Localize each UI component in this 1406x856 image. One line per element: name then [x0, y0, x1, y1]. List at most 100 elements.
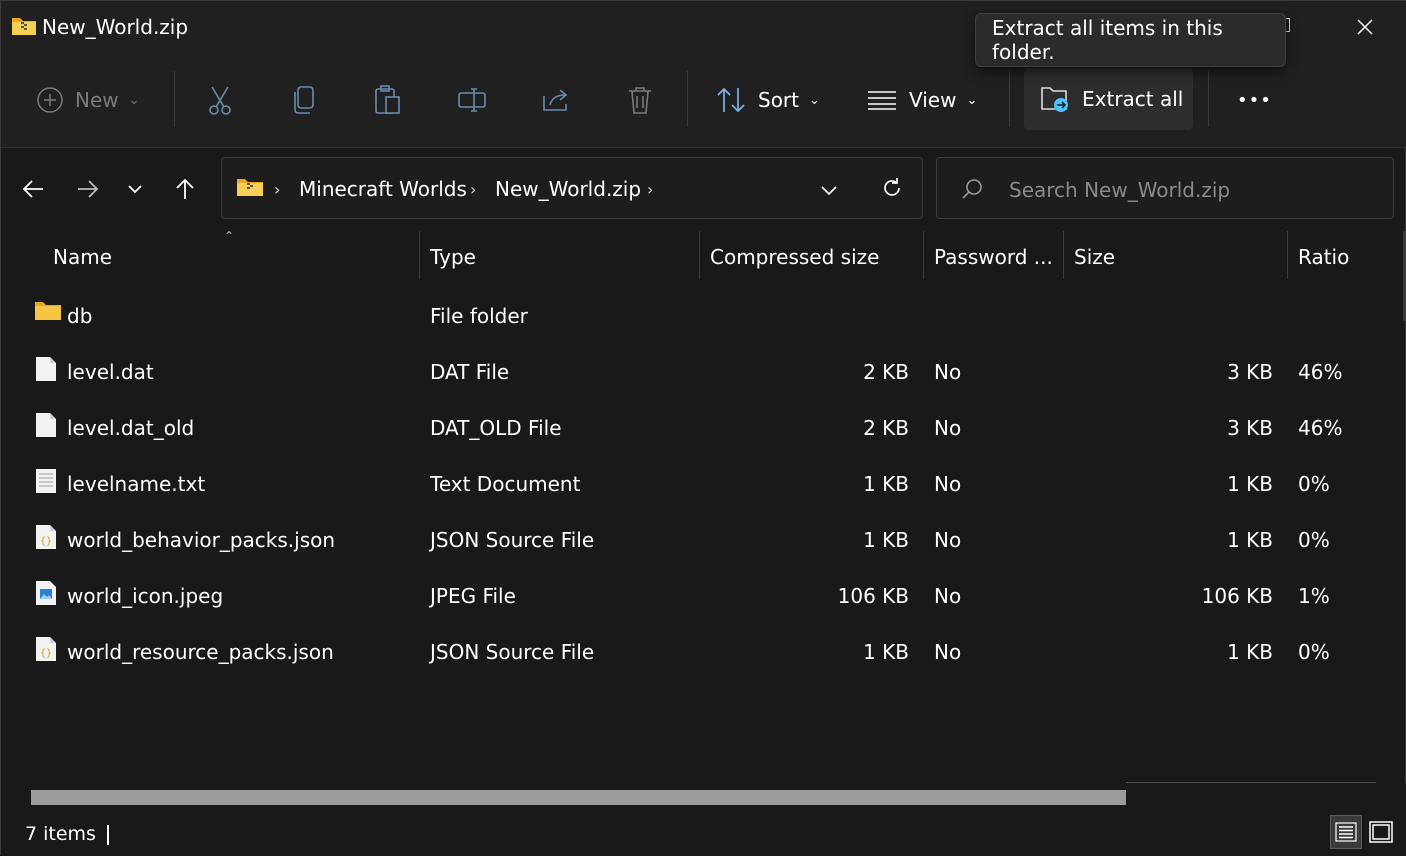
refresh-icon: [884, 178, 900, 196]
column-header-password[interactable]: Password ...: [934, 245, 1053, 269]
column-header-ratio[interactable]: Ratio: [1298, 245, 1349, 269]
column-header-name[interactable]: Name: [53, 245, 112, 269]
file-row[interactable]: db File folder: [1, 288, 1406, 344]
text-file-icon: [35, 468, 57, 498]
up-button[interactable]: [165, 169, 205, 209]
share-button[interactable]: [541, 70, 571, 130]
column-divider[interactable]: [419, 231, 420, 279]
file-row[interactable]: {} world_resource_packs.json JSON Source F…: [1, 624, 1406, 680]
file-size: 3 KB: [1227, 416, 1273, 440]
close-icon: [1357, 19, 1373, 35]
file-size: 106 KB: [1201, 584, 1273, 608]
extract-all-button[interactable]: Extract all: [1024, 68, 1193, 130]
file-type: JSON Source File: [430, 528, 595, 552]
file-size: 3 KB: [1227, 360, 1273, 384]
file-password: No: [934, 584, 962, 608]
column-divider[interactable]: [1063, 231, 1064, 279]
file-password: No: [934, 472, 962, 496]
forward-button[interactable]: [68, 169, 108, 209]
file-row[interactable]: world_icon.jpeg JPEG File 106 KB No 106 KB 1%: [1, 568, 1406, 624]
copy-icon: [294, 86, 314, 114]
extract-all-label: Extract all: [1082, 87, 1184, 111]
column-divider[interactable]: [923, 231, 924, 279]
file-compressed-size: 2 KB: [863, 416, 909, 440]
more-icon: •••: [1237, 89, 1272, 111]
rename-button[interactable]: [457, 70, 487, 130]
separator: [687, 71, 688, 127]
file-row[interactable]: levelname.txt Text Document 1 KB No 1 KB 0%: [1, 456, 1406, 512]
search-box[interactable]: [936, 157, 1394, 219]
large-icons-view-button[interactable]: [1365, 815, 1397, 849]
details-view-icon: [1335, 822, 1357, 842]
arrow-up-icon: [176, 178, 194, 199]
new-button[interactable]: New ⌄: [37, 70, 140, 130]
column-header-size[interactable]: Size: [1074, 245, 1115, 269]
paste-icon: [375, 85, 400, 114]
file-password: No: [934, 416, 962, 440]
column-header-compressed-size[interactable]: Compressed size: [710, 245, 879, 269]
file-row[interactable]: level.dat_old DAT_OLD File 2 KB No 3 KB 46%: [1, 400, 1406, 456]
file-row[interactable]: {} world_behavior_packs.json JSON Source F…: [1, 512, 1406, 568]
column-header-type[interactable]: Type: [430, 245, 476, 269]
chevron-down-icon: [821, 186, 837, 196]
file-size: 1 KB: [1227, 528, 1273, 552]
breadcrumb-minecraft-worlds[interactable]: Minecraft Worlds: [299, 177, 467, 201]
more-options-button[interactable]: •••: [1237, 70, 1272, 130]
file-type: DAT File: [430, 360, 510, 384]
file-name: world_behavior_packs.json: [67, 528, 336, 552]
file-icon: [35, 356, 57, 386]
file-name: world_icon.jpeg: [67, 584, 224, 608]
explorer-window: New_World.zip New ⌄ Sort ⌄ View ⌄ Extrac…: [0, 0, 1406, 856]
separator: [174, 71, 175, 127]
plus-circle-icon: [37, 87, 63, 113]
file-password: No: [934, 528, 962, 552]
file-name: level.dat: [67, 360, 154, 384]
back-button[interactable]: [13, 169, 53, 209]
json-file-icon: {}: [35, 636, 57, 666]
column-divider[interactable]: [1287, 231, 1288, 279]
sort-ascending-icon: ⌃: [224, 229, 235, 243]
file-compressed-size: 1 KB: [863, 528, 909, 552]
file-icon: [35, 412, 57, 442]
file-name: db: [67, 304, 93, 328]
delete-button[interactable]: [626, 70, 654, 130]
breadcrumb-separator: ›: [274, 180, 281, 199]
file-compressed-size: 1 KB: [863, 472, 909, 496]
column-divider[interactable]: [699, 231, 700, 279]
address-bar[interactable]: › Minecraft Worlds › New_World.zip ›: [221, 157, 923, 219]
item-count: 7 items: [25, 823, 96, 845]
close-button[interactable]: [1323, 1, 1406, 53]
rename-icon: [458, 88, 486, 112]
scissors-icon: [209, 86, 231, 115]
recent-locations-button[interactable]: [115, 169, 155, 209]
search-input[interactable]: [1007, 174, 1381, 206]
details-view-button[interactable]: [1330, 815, 1362, 849]
image-file-icon: [35, 580, 57, 610]
file-password: No: [934, 640, 962, 664]
paste-button[interactable]: [374, 70, 402, 130]
window-title: New_World.zip: [42, 15, 189, 39]
address-history-dropdown[interactable]: [820, 182, 838, 201]
large-icons-view-icon: [1369, 821, 1393, 843]
chevron-down-icon: ⌄: [809, 92, 820, 108]
file-ratio: 0%: [1298, 528, 1330, 552]
sort-button[interactable]: Sort ⌄: [716, 70, 820, 130]
separator: [1208, 71, 1209, 127]
file-size: 1 KB: [1227, 640, 1273, 664]
file-row[interactable]: level.dat DAT File 2 KB No 3 KB 46%: [1, 344, 1406, 400]
horizontal-scrollbar-thumb[interactable]: [31, 790, 1126, 805]
status-bar: 7 items: [1, 811, 1406, 856]
breadcrumb-new-world-zip[interactable]: New_World.zip: [495, 177, 641, 201]
chevron-down-icon: [128, 185, 142, 194]
scrollbar-track-line: [1126, 782, 1376, 783]
cut-button[interactable]: [206, 70, 234, 130]
copy-button[interactable]: [291, 70, 317, 130]
svg-text:{}: {}: [40, 648, 52, 659]
file-ratio: 0%: [1298, 640, 1330, 664]
refresh-button[interactable]: [881, 177, 903, 203]
file-type: JPEG File: [430, 584, 516, 608]
command-bar: New ⌄ Sort ⌄ View ⌄ Extract all •••: [1, 53, 1406, 148]
search-icon: [961, 178, 983, 204]
breadcrumb-separator[interactable]: ›: [647, 180, 653, 199]
view-button[interactable]: View ⌄: [867, 70, 977, 130]
